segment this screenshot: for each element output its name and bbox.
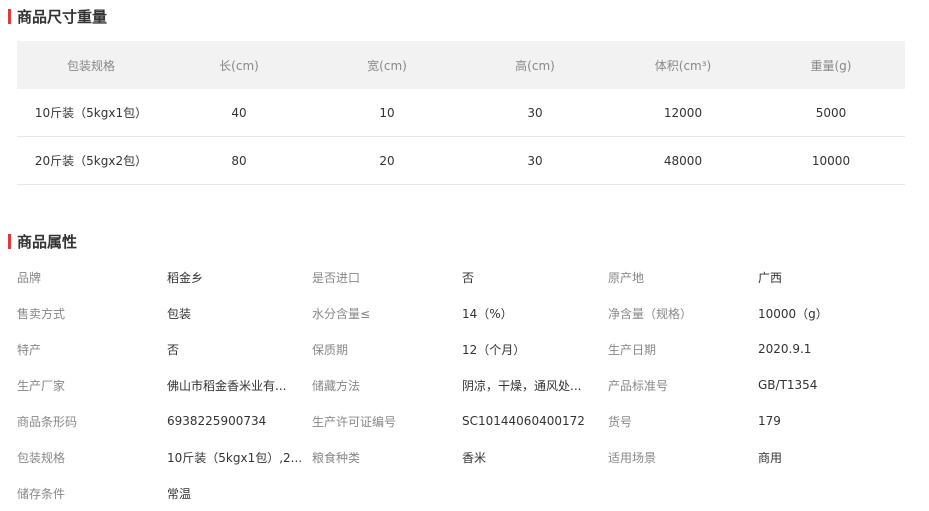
attr-value-standard-number: GB/T1354 [758, 378, 818, 392]
attr-value-imported: 否 [462, 270, 475, 285]
cell-height: 30 [461, 136, 609, 185]
header-length: 长(cm) [165, 41, 313, 89]
attr-value-brand: 稻金乡 [167, 270, 204, 285]
attr-key-shelf-life: 保质期 [312, 342, 349, 357]
size-section-title: 商品尺寸重量 [8, 6, 107, 27]
attr-value-storage-condition: 常温 [167, 486, 192, 501]
attr-value-net-content: 10000（g） [758, 306, 828, 321]
attr-value-package-spec: 10斤装（5kgx1包）,2... [167, 450, 303, 465]
cell-weight: 5000 [757, 89, 905, 137]
attr-section-title: 商品属性 [8, 231, 77, 252]
attr-key-moisture: 水分含量≤ [312, 306, 371, 321]
attr-key-storage-method: 储藏方法 [312, 378, 361, 393]
product-attributes-grid: 品牌 稻金乡 是否进口 否 原产地 广西 售卖方式 包装 水分含量≤ 14（%）… [17, 259, 917, 511]
cell-width: 10 [313, 89, 461, 137]
header-volume: 体积(cm³) [609, 41, 757, 89]
cell-width: 20 [313, 136, 461, 185]
table-row: 10斤装（5kgx1包） 40 10 30 12000 5000 [17, 89, 905, 137]
cell-weight: 10000 [757, 136, 905, 185]
attr-value-sale-method: 包装 [167, 306, 192, 321]
attr-section-title-text: 商品属性 [17, 233, 78, 251]
cell-package-spec: 20斤装（5kgx2包） [17, 136, 165, 185]
cell-length: 40 [165, 89, 313, 137]
cell-volume: 12000 [609, 89, 757, 137]
attr-value-production-date: 2020.9.1 [758, 342, 812, 356]
attr-key-production-date: 生产日期 [608, 342, 657, 357]
cell-length: 80 [165, 136, 313, 185]
attr-value-moisture: 14（%） [462, 306, 513, 321]
header-weight: 重量(g) [757, 41, 905, 89]
attr-key-imported: 是否进口 [312, 270, 361, 285]
table-row: 20斤装（5kgx2包） 80 20 30 48000 10000 [17, 136, 905, 185]
section-marker [8, 234, 11, 249]
cell-package-spec: 10斤装（5kgx1包） [17, 89, 165, 137]
attr-key-usage-scenario: 适用场景 [608, 450, 657, 465]
table-header-row: 包装规格 长(cm) 宽(cm) 高(cm) 体积(cm³) 重量(g) [17, 41, 905, 89]
attr-value-manufacturer: 佛山市稻金香米业有... [167, 378, 287, 393]
header-package-spec: 包装规格 [17, 41, 165, 89]
section-marker [8, 9, 11, 24]
attr-key-license-number: 生产许可证编号 [312, 414, 397, 429]
attr-value-specialty: 否 [167, 342, 180, 357]
attr-key-specialty: 特产 [17, 342, 42, 357]
attr-value-usage-scenario: 商用 [758, 450, 783, 465]
attr-key-origin: 原产地 [608, 270, 645, 285]
attr-key-storage-condition: 储存条件 [17, 486, 66, 501]
attr-value-grain-type: 香米 [462, 450, 487, 465]
attr-value-shelf-life: 12（个月） [462, 342, 526, 357]
size-weight-table: 包装规格 长(cm) 宽(cm) 高(cm) 体积(cm³) 重量(g) 10斤… [17, 41, 905, 185]
attr-key-grain-type: 粮食种类 [312, 450, 361, 465]
attr-value-origin: 广西 [758, 270, 783, 285]
attr-key-standard-number: 产品标准号 [608, 378, 669, 393]
cell-volume: 48000 [609, 136, 757, 185]
attr-key-barcode: 商品条形码 [17, 414, 78, 429]
attr-value-barcode: 6938225900734 [167, 414, 267, 428]
attr-key-package-spec: 包装规格 [17, 450, 66, 465]
size-section-title-text: 商品尺寸重量 [17, 8, 108, 26]
attr-key-net-content: 净含量（规格） [608, 306, 693, 321]
attr-key-manufacturer: 生产厂家 [17, 378, 66, 393]
attr-key-item-number: 货号 [608, 414, 633, 429]
header-height: 高(cm) [461, 41, 609, 89]
attr-value-license-number: SC10144060400172 [462, 414, 585, 428]
attr-value-storage-method: 阴凉，干燥，通风处... [462, 378, 582, 393]
header-width: 宽(cm) [313, 41, 461, 89]
attr-value-item-number: 179 [758, 414, 781, 428]
attr-key-sale-method: 售卖方式 [17, 306, 66, 321]
cell-height: 30 [461, 89, 609, 137]
attr-key-brand: 品牌 [17, 270, 42, 285]
